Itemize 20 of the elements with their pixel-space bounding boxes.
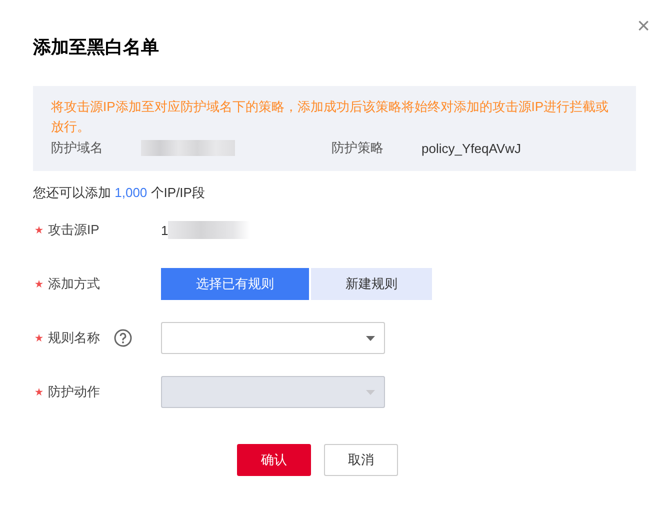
segment-tab[interactable]: 新建规则 — [311, 268, 432, 300]
field-label: 规则名称 — [48, 329, 100, 347]
select-field[interactable] — [161, 322, 385, 354]
info-label: 防护策略 — [332, 139, 384, 157]
cancel-button[interactable]: 取消 — [324, 444, 398, 476]
segment-tab[interactable]: 选择已有规则 — [161, 268, 309, 300]
field-label: 防护动作 — [48, 383, 100, 401]
field-label: 攻击源IP — [48, 221, 100, 239]
info-value: policy_YfeqAVwJ — [422, 140, 521, 156]
close-button[interactable]: × — [637, 14, 650, 38]
notice-message: 将攻击源IP添加至对应防护域名下的策略，添加成功后该策略将始终对添加的攻击源IP进行拦截或放行。 — [51, 98, 610, 136]
confirm-button[interactable]: 确认 — [237, 444, 311, 476]
help-icon[interactable] — [114, 329, 132, 347]
dialog-title: 添加至黑白名单 — [33, 36, 160, 59]
info-label: 防护域名 — [51, 139, 103, 157]
ip-value: 1 — [161, 222, 168, 238]
dropdown-caret-icon — [366, 336, 375, 340]
quota-text: 您还可以添加 1,000 个IP/IP段 — [33, 184, 206, 202]
dropdown-caret-icon — [366, 390, 375, 394]
field-label: 添加方式 — [48, 275, 100, 293]
